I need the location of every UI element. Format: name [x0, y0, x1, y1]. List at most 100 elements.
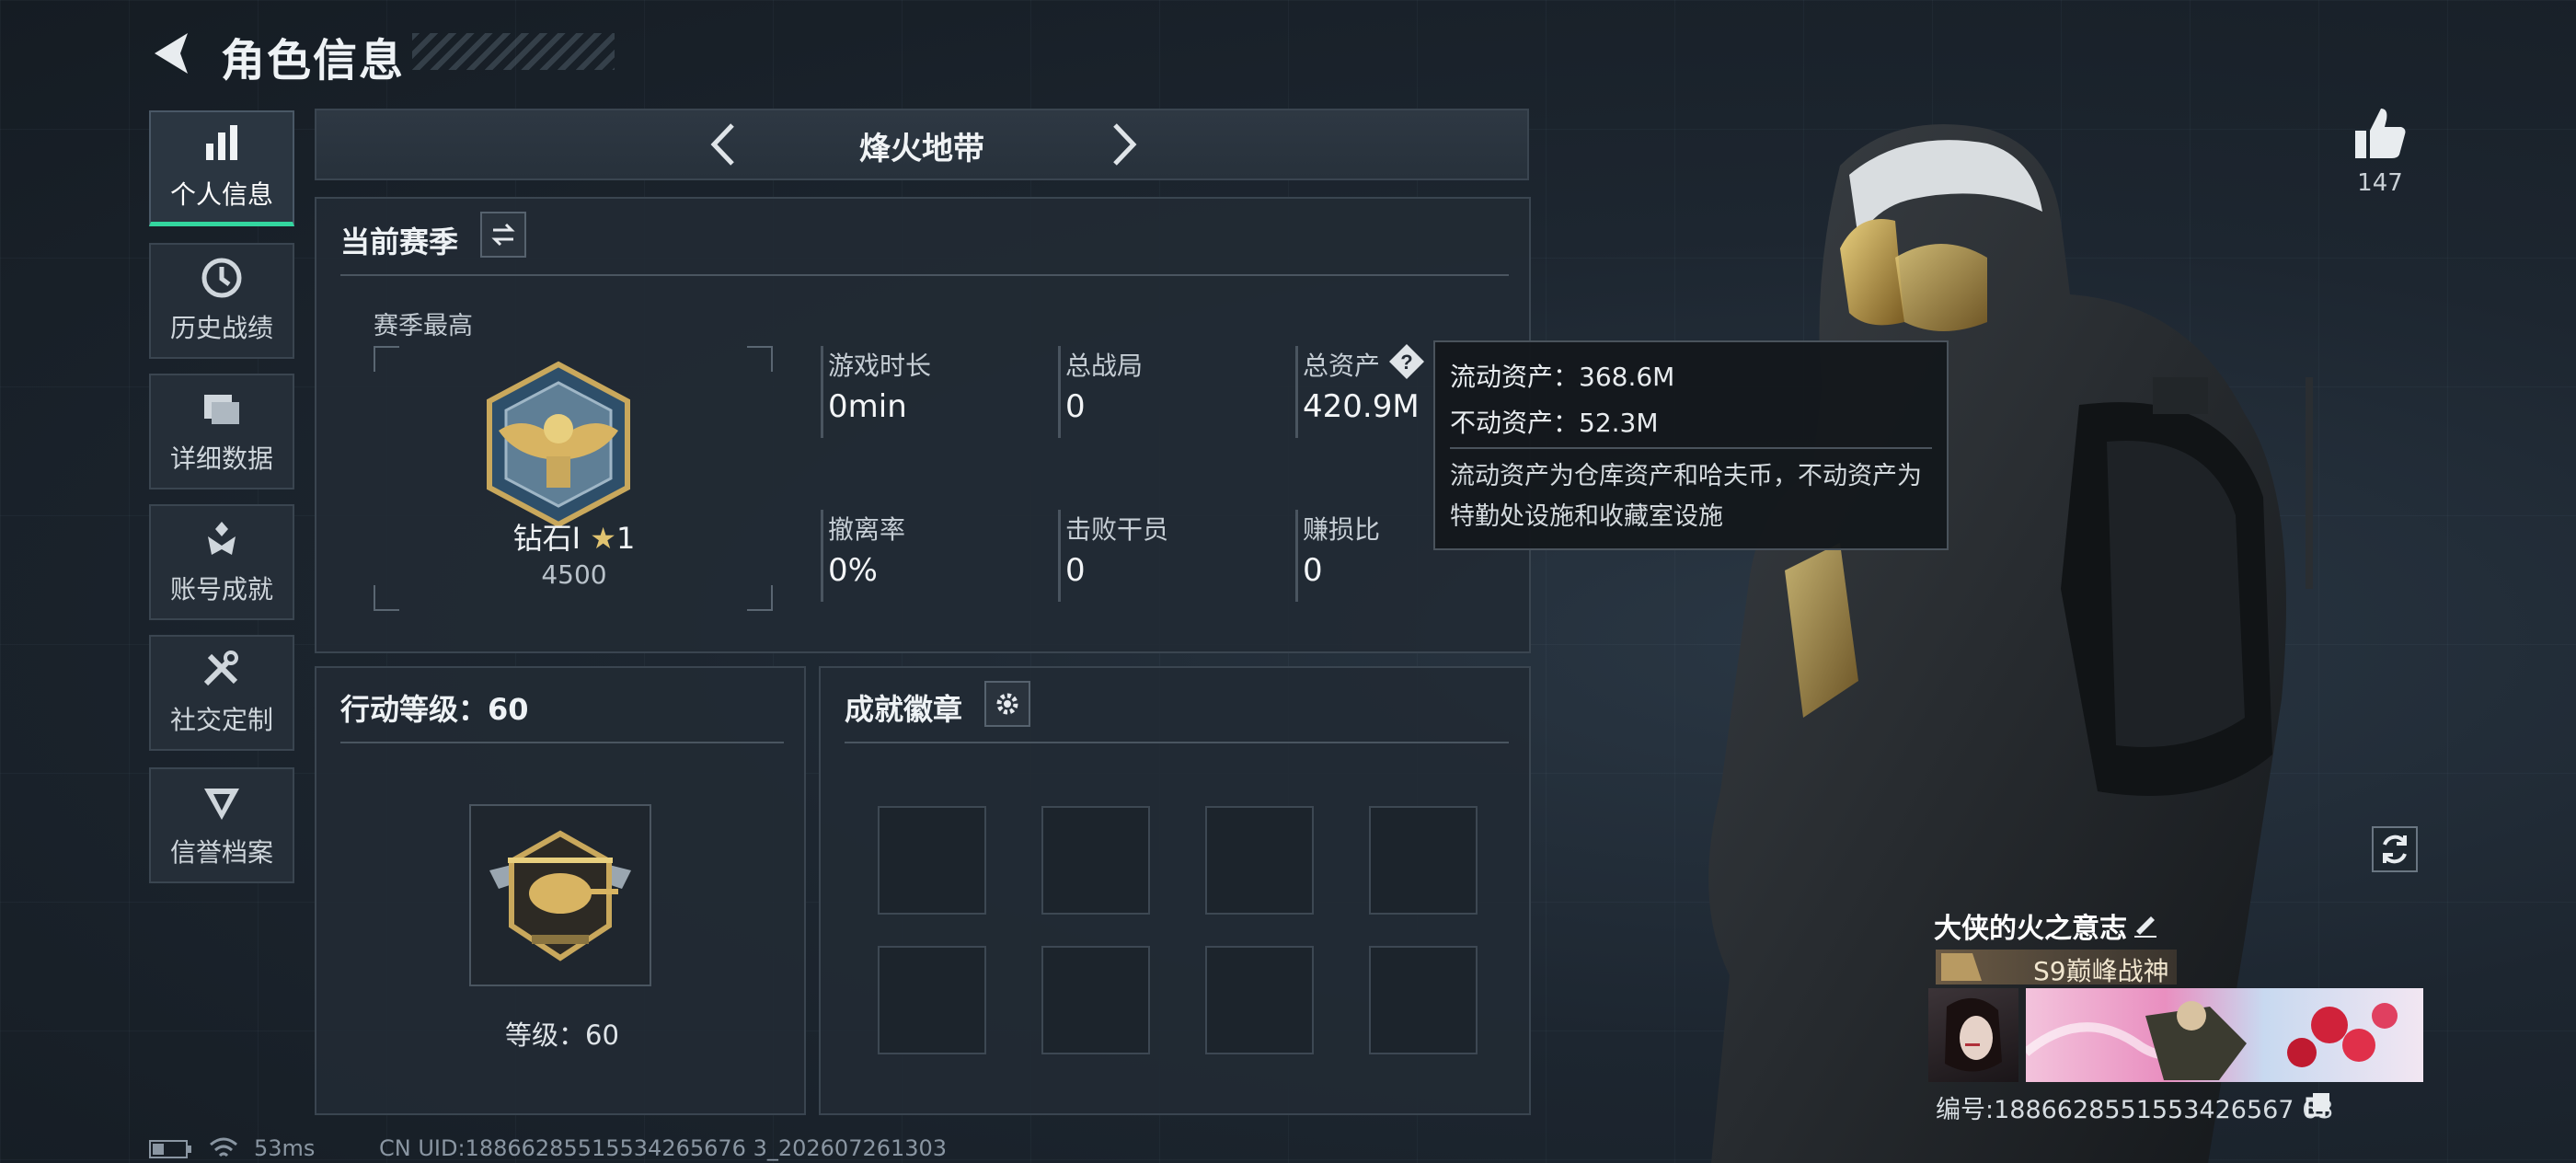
title-badge-emblem [1941, 953, 1982, 981]
nav-personal-info[interactable]: 个人信息 [149, 110, 294, 226]
section-title: 当前赛季 [340, 225, 459, 259]
edit-icon[interactable] [2131, 909, 2160, 938]
shield-icon [204, 789, 239, 820]
badge-slot[interactable] [1041, 806, 1150, 915]
stat-divider [821, 510, 823, 602]
cards-icon [204, 395, 239, 424]
refresh-icon [2383, 835, 2407, 864]
help-icon[interactable]: ? [1387, 342, 1426, 381]
switch-season-button[interactable] [480, 212, 526, 258]
divider [340, 274, 1509, 276]
stat-label: 总资产 [1303, 351, 1381, 381]
frame-corner [747, 346, 773, 372]
divider [845, 742, 1509, 743]
rank-name: 钻石Ⅰ [512, 521, 581, 556]
nav-history[interactable]: 历史战绩 [149, 243, 294, 359]
tooltip-liquid-assets: 流动资产：368.6M [1450, 362, 1675, 392]
stat-value: 0 [1065, 388, 1086, 425]
chevron-right-icon[interactable] [1097, 120, 1146, 169]
nav-label: 个人信息 [169, 178, 273, 210]
stat-value: 0 [1303, 552, 1323, 589]
tooltip-fixed-assets: 不动资产：52.3M [1450, 408, 1659, 438]
stat-label: 击败干员 [1065, 514, 1169, 545]
stat-value: 0min [828, 388, 907, 425]
back-arrow-icon[interactable] [147, 28, 199, 79]
stat-value: 420.9M [1303, 388, 1420, 425]
current-season-panel: 当前赛季 赛季最高 钻石Ⅰ ★1 4500 游戏时长 0min 总战局 0 总资… [315, 197, 1531, 653]
rank-name-row: 钻石Ⅰ ★1 [408, 515, 740, 558]
stat-divider [821, 346, 823, 438]
badge-slot[interactable] [878, 806, 986, 915]
section-title: 成就徽章 [845, 692, 963, 727]
star-icon: ★ [590, 521, 616, 556]
helicopter-emblem [489, 830, 631, 961]
nav-label: 详细数据 [169, 443, 273, 474]
nav-achievements[interactable]: 账号成就 [149, 504, 294, 620]
clock-icon [201, 258, 242, 298]
player-name: 大侠的火之意志 [1934, 913, 2127, 945]
like-count: 147 [2357, 169, 2403, 197]
season-best-label: 赛季最高 [374, 312, 473, 340]
stat-value: 0 [1065, 552, 1086, 589]
achievement-badges-panel: 成就徽章 [819, 666, 1531, 1115]
title-decoration [412, 33, 615, 70]
badge-slot[interactable] [1369, 806, 1478, 915]
divider [340, 742, 784, 743]
badge-slot[interactable] [878, 946, 986, 1054]
stat-divider [1058, 346, 1061, 438]
assets-tooltip: 流动资产：368.6M 不动资产：52.3M 流动资产为仓库资产和哈夫币，不动资… [1433, 340, 1949, 550]
tools-icon [203, 651, 238, 686]
rank-stars: 1 [615, 521, 636, 556]
nav-label: 社交定制 [169, 705, 273, 735]
stat-label: 总战局 [1065, 351, 1144, 381]
swap-icon [491, 223, 515, 247]
avatar [1928, 988, 2018, 1082]
level-text: 等级：60 [505, 1019, 619, 1051]
section-title: 行动等级：60 [340, 692, 529, 727]
stat-divider [1295, 346, 1298, 438]
uid-text: CN UID:18866285515534265676 3_2026072613… [379, 1135, 948, 1161]
ping: 53ms [254, 1135, 316, 1161]
battery-icon [149, 1140, 191, 1158]
bar-chart-icon [206, 124, 237, 160]
badge-slot[interactable] [1041, 946, 1150, 1054]
divider [1450, 447, 1932, 449]
tooltip-description: 流动资产为仓库资产和哈夫币，不动资产为特勤处设施和收藏室设施 [1450, 462, 1922, 531]
refresh-button[interactable] [2372, 826, 2418, 872]
banner-artwork [2022, 988, 2423, 1082]
nav-label: 信誉档案 [169, 837, 273, 868]
frame-corner [374, 346, 399, 372]
mode-selector: 烽火地带 [315, 109, 1529, 180]
rank-score: 4500 [541, 559, 607, 590]
badge-slot[interactable] [1205, 806, 1314, 915]
page-title: 角色信息 [221, 35, 406, 86]
action-level-panel: 行动等级：60 等级：60 [315, 666, 806, 1115]
stat-label: 撤离率 [828, 514, 906, 545]
diamond-rank-emblem [487, 361, 630, 528]
wifi-icon [210, 1137, 237, 1157]
badge-settings-button[interactable] [984, 681, 1030, 727]
nav-credit-record[interactable]: 信誉档案 [149, 767, 294, 883]
frame-corner [747, 585, 773, 611]
achievement-icon [208, 522, 236, 555]
nav-detailed-data[interactable]: 详细数据 [149, 374, 294, 489]
svg-text:?: ? [1400, 351, 1412, 374]
stat-divider [1295, 510, 1298, 602]
profile-banner[interactable] [1928, 988, 2423, 1082]
player-id: 编号:1886628551553426567 63 [1936, 1096, 2334, 1124]
level-emblem-frame [469, 804, 651, 986]
copy-icon[interactable] [2306, 1091, 2331, 1117]
stat-label: 游戏时长 [828, 351, 932, 381]
title-badge-text: S9巅峰战神 [2033, 956, 2169, 986]
stat-label: 赚损比 [1303, 514, 1381, 545]
thumbs-up-icon[interactable] [2352, 105, 2409, 162]
nav-label: 账号成就 [169, 574, 273, 605]
stat-value: 0% [828, 552, 878, 589]
frame-corner [374, 585, 399, 611]
nav-label: 历史战绩 [169, 313, 273, 343]
badge-slot[interactable] [1369, 946, 1478, 1054]
nav-social-custom[interactable]: 社交定制 [149, 635, 294, 751]
badge-slot[interactable] [1205, 946, 1314, 1054]
gear-icon [996, 693, 1018, 715]
mode-title: 烽火地带 [859, 131, 984, 167]
